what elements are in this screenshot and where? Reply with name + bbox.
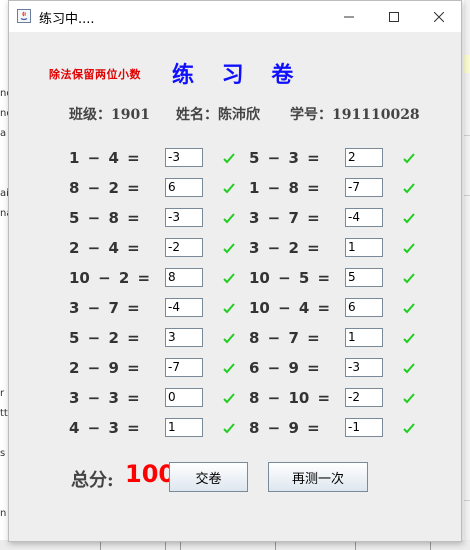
- answer-field[interactable]: 6: [345, 298, 383, 317]
- correct-check-icon: [223, 393, 235, 404]
- minimize-button[interactable]: [326, 1, 372, 32]
- answer-field[interactable]: 0: [165, 388, 203, 407]
- background-text: r: [0, 388, 5, 399]
- correct-check-icon: [403, 153, 415, 164]
- question-text: 5 − 8 =: [69, 209, 140, 227]
- question-text: 8 − 10 =: [249, 389, 331, 407]
- question-text: 6 − 9 =: [249, 359, 320, 377]
- answer-field[interactable]: 1: [345, 238, 383, 257]
- correct-check-icon: [223, 153, 235, 164]
- student-name-label: 姓名：陈沛欣: [176, 107, 260, 123]
- correct-check-icon: [403, 303, 415, 314]
- question-text: 1 − 4 =: [69, 149, 140, 167]
- question-text: 3 − 7 =: [69, 299, 140, 317]
- question-text: 5 − 3 =: [249, 149, 320, 167]
- question-text: 8 − 2 =: [69, 179, 140, 197]
- answer-field[interactable]: 3: [165, 328, 203, 347]
- question-text: 3 − 2 =: [249, 239, 320, 257]
- correct-check-icon: [403, 393, 415, 404]
- answer-field[interactable]: -3: [165, 208, 203, 227]
- answer-field[interactable]: -3: [345, 358, 383, 377]
- background-text: tt: [0, 408, 8, 419]
- correct-check-icon: [403, 363, 415, 374]
- minimize-icon: [344, 16, 354, 17]
- close-icon: [434, 11, 444, 22]
- question-text: 8 − 9 =: [249, 419, 320, 437]
- background-text: s: [0, 448, 6, 459]
- correct-check-icon: [403, 183, 415, 194]
- submit-button[interactable]: 交卷: [169, 462, 248, 492]
- answer-field[interactable]: -7: [345, 178, 383, 197]
- question-text: 10 − 2 =: [69, 269, 151, 287]
- background-window-left: nd nd a ai na r tt s n: [0, 0, 13, 550]
- quiz-window: 练习中.... 除法保留两位小数 练 习 卷 班级：1901 姓名：陈沛欣 学号…: [8, 0, 462, 542]
- question-text: 2 − 9 =: [69, 359, 140, 377]
- question-text: 3 − 7 =: [249, 209, 320, 227]
- class-label: 班级：1901: [69, 107, 150, 123]
- answer-field[interactable]: 2: [345, 148, 383, 167]
- correct-check-icon: [223, 273, 235, 284]
- student-id-label: 学号：191110028: [290, 107, 420, 123]
- correct-check-icon: [223, 183, 235, 194]
- decimal-hint: 除法保留两位小数: [49, 68, 141, 81]
- correct-check-icon: [223, 363, 235, 374]
- answer-field[interactable]: -2: [345, 388, 383, 407]
- page-title: 练 习 卷: [172, 62, 304, 88]
- answer-field[interactable]: -7: [165, 358, 203, 377]
- question-text: 5 − 2 =: [69, 329, 140, 347]
- correct-check-icon: [403, 243, 415, 254]
- correct-check-icon: [403, 333, 415, 344]
- total-score-label: 总分:: [71, 470, 114, 491]
- question-text: 1 − 8 =: [249, 179, 320, 197]
- answer-field[interactable]: -1: [345, 418, 383, 437]
- correct-check-icon: [223, 303, 235, 314]
- answer-field[interactable]: 5: [345, 268, 383, 287]
- question-text: 3 − 3 =: [69, 389, 140, 407]
- java-app-icon: [17, 9, 31, 23]
- correct-check-icon: [223, 213, 235, 224]
- correct-check-icon: [223, 243, 235, 254]
- answer-field[interactable]: -3: [165, 148, 203, 167]
- close-button[interactable]: [416, 1, 462, 32]
- background-window-right: [464, 0, 470, 550]
- retry-button[interactable]: 再测一次: [268, 462, 368, 492]
- correct-check-icon: [403, 273, 415, 284]
- maximize-button[interactable]: [371, 1, 417, 32]
- question-text: 2 − 4 =: [69, 239, 140, 257]
- question-text: 4 − 3 =: [69, 419, 140, 437]
- question-text: 10 − 5 =: [249, 269, 331, 287]
- answer-field[interactable]: -4: [345, 208, 383, 227]
- answer-field[interactable]: -2: [165, 238, 203, 257]
- correct-check-icon: [403, 213, 415, 224]
- answer-field[interactable]: 8: [165, 268, 203, 287]
- title-bar[interactable]: 练习中....: [9, 1, 461, 32]
- window-title: 练习中....: [39, 12, 95, 27]
- answer-field[interactable]: 1: [165, 418, 203, 437]
- answer-field[interactable]: 1: [345, 328, 383, 347]
- correct-check-icon: [403, 423, 415, 434]
- maximize-icon: [389, 11, 399, 22]
- question-text: 8 − 7 =: [249, 329, 320, 347]
- answer-field[interactable]: 6: [165, 178, 203, 197]
- question-text: 10 − 4 =: [249, 299, 331, 317]
- correct-check-icon: [223, 333, 235, 344]
- background-text: n: [0, 508, 7, 519]
- background-text: a: [0, 128, 7, 139]
- total-score-value: 100: [125, 460, 176, 488]
- answer-field[interactable]: -4: [165, 298, 203, 317]
- correct-check-icon: [223, 423, 235, 434]
